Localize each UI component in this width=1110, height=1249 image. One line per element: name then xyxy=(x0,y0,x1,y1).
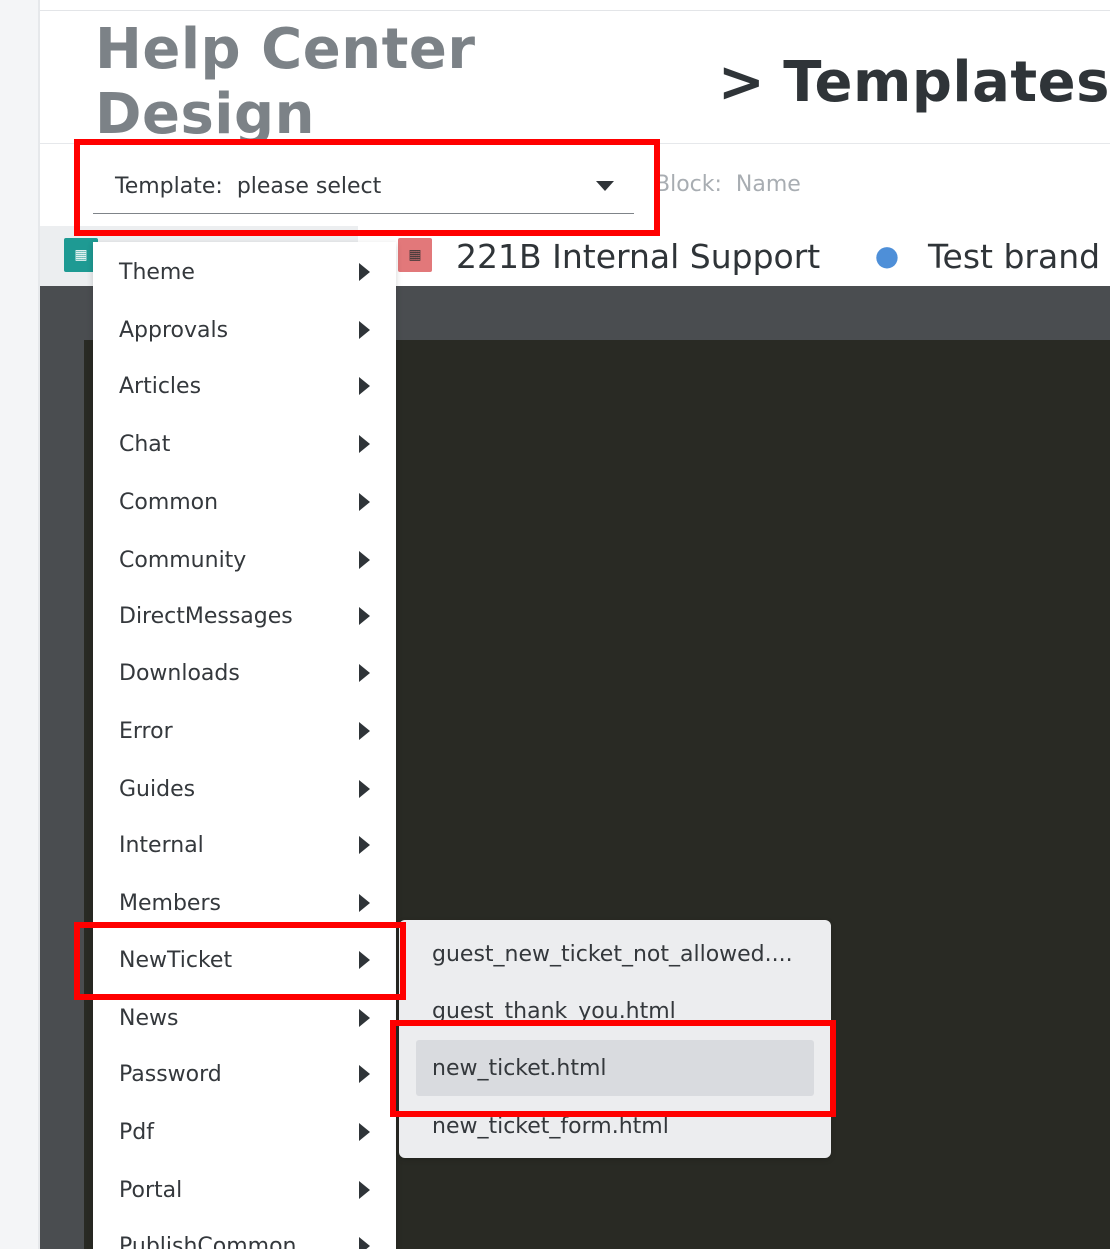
newticket-submenu: guest_new_ticket_not_allowed.... guest_t… xyxy=(399,920,831,1158)
menu-item-publishcommon[interactable]: PublishCommon xyxy=(93,1217,396,1249)
caret-right-icon xyxy=(359,377,370,395)
template-select[interactable]: Template: please select xyxy=(93,160,634,214)
top-divider xyxy=(40,10,1110,11)
menu-item-approvals[interactable]: Approvals xyxy=(93,301,396,359)
menu-item-members[interactable]: Members xyxy=(93,874,396,932)
caret-right-icon xyxy=(359,780,370,798)
caret-right-icon xyxy=(359,1009,370,1027)
caret-right-icon xyxy=(359,894,370,912)
menu-item-chat[interactable]: Chat xyxy=(93,415,396,473)
caret-right-icon xyxy=(359,664,370,682)
brand-tab-3-label[interactable]: Test brand xyxy=(928,232,1100,280)
caret-right-icon xyxy=(359,493,370,511)
menu-item-password[interactable]: Password xyxy=(93,1045,396,1103)
submenu-item-label: guest_thank_you.html xyxy=(432,998,676,1024)
menu-item-label: Approvals xyxy=(119,317,229,343)
caret-right-icon xyxy=(359,321,370,339)
submenu-item-new-ticket-form[interactable]: new_ticket_form.html xyxy=(416,1098,814,1154)
elephant-icon: ● xyxy=(874,238,900,272)
template-select-label: Template: xyxy=(115,174,223,199)
caret-right-icon xyxy=(359,1237,370,1249)
caret-right-icon xyxy=(359,1065,370,1083)
menu-item-pdf[interactable]: Pdf xyxy=(93,1103,396,1161)
menu-item-guides[interactable]: Guides xyxy=(93,760,396,818)
block-select[interactable]: Block: Name xyxy=(655,172,801,197)
brand-tab-2-label[interactable]: 221B Internal Support xyxy=(456,232,820,280)
left-gutter xyxy=(0,0,40,1249)
caret-right-icon xyxy=(359,263,370,281)
menu-item-news[interactable]: News xyxy=(93,989,396,1047)
menu-item-label: Chat xyxy=(119,431,171,457)
menu-item-label: Theme xyxy=(119,259,195,285)
menu-item-theme[interactable]: Theme xyxy=(93,243,396,301)
menu-item-downloads[interactable]: Downloads xyxy=(93,644,396,702)
block-select-label: Block: xyxy=(655,172,722,197)
header-divider xyxy=(40,143,1110,144)
menu-item-label: Internal xyxy=(119,832,204,858)
breadcrumb-parent-link[interactable]: Help Center Design xyxy=(95,17,700,147)
menu-item-internal[interactable]: Internal xyxy=(93,816,396,874)
caret-right-icon xyxy=(359,607,370,625)
caret-right-icon xyxy=(359,1123,370,1141)
menu-item-label: Pdf xyxy=(119,1119,154,1145)
menu-item-label: News xyxy=(119,1005,179,1031)
breadcrumb: Help Center Design > Templates xyxy=(95,17,1110,147)
menu-item-directmessages[interactable]: DirectMessages xyxy=(93,587,396,645)
submenu-item-guest-new-ticket-not-allowed[interactable]: guest_new_ticket_not_allowed.... xyxy=(416,926,814,982)
template-menu: Theme Approvals Articles Chat Common Com… xyxy=(93,242,396,1249)
menu-item-articles[interactable]: Articles xyxy=(93,357,396,415)
menu-item-label: Members xyxy=(119,890,221,916)
menu-item-label: Guides xyxy=(119,776,196,802)
page-title: Templates xyxy=(783,49,1110,115)
caret-right-icon xyxy=(359,836,370,854)
submenu-item-label: new_ticket_form.html xyxy=(432,1113,669,1139)
caret-right-icon xyxy=(359,722,370,740)
submenu-item-new-ticket[interactable]: new_ticket.html xyxy=(416,1040,814,1096)
template-select-value: please select xyxy=(236,174,382,199)
caret-right-icon xyxy=(359,435,370,453)
menu-item-label: Portal xyxy=(119,1177,183,1203)
menu-item-label: Downloads xyxy=(119,660,240,686)
caret-right-icon xyxy=(359,951,370,969)
menu-item-error[interactable]: Error xyxy=(93,702,396,760)
submenu-item-label: new_ticket.html xyxy=(432,1055,607,1081)
menu-item-label: Community xyxy=(119,547,247,573)
menu-item-common[interactable]: Common xyxy=(93,473,396,531)
menu-item-portal[interactable]: Portal xyxy=(93,1161,396,1219)
caret-down-icon xyxy=(596,181,614,191)
menu-item-label: PublishCommon xyxy=(119,1233,297,1249)
menu-item-newticket[interactable]: NewTicket xyxy=(93,931,396,989)
breadcrumb-separator: > xyxy=(717,49,766,115)
menu-item-label: DirectMessages xyxy=(119,603,293,629)
submenu-item-guest-thank-you[interactable]: guest_thank_you.html xyxy=(416,983,814,1039)
brand-logo-icon: ▦ xyxy=(398,238,432,272)
caret-right-icon xyxy=(359,1181,370,1199)
menu-item-community[interactable]: Community xyxy=(93,531,396,589)
caret-right-icon xyxy=(359,551,370,569)
menu-item-label: Articles xyxy=(119,373,202,399)
block-select-value: Name xyxy=(735,172,801,197)
menu-item-label: NewTicket xyxy=(119,947,233,973)
submenu-item-label: guest_new_ticket_not_allowed.... xyxy=(432,941,793,967)
menu-item-label: Error xyxy=(119,718,173,744)
menu-item-label: Password xyxy=(119,1061,222,1087)
menu-item-label: Common xyxy=(119,489,219,515)
